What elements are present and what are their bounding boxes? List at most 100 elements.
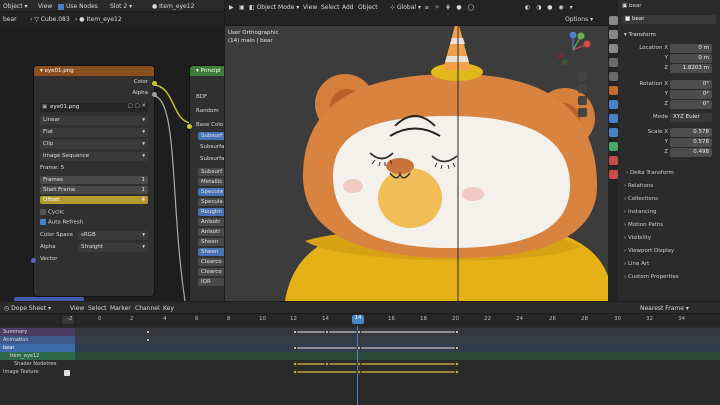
vector-input-socket[interactable] <box>31 258 36 263</box>
rotation-y-field[interactable]: 0° <box>670 90 712 99</box>
subsurface-ior-field[interactable]: Subsurf <box>198 168 224 176</box>
rotation-mode-dropdown[interactable]: XYZ Euler <box>670 113 712 122</box>
options-dropdown[interactable]: Options ▾ <box>565 16 593 23</box>
dopesheet-menu-select[interactable]: Select <box>88 305 107 312</box>
select-tool-icon[interactable]: ▶ <box>229 4 234 11</box>
snap-proportional-icons[interactable]: ⌀ ✧ ⋕ ● ◯ <box>425 4 476 11</box>
principled-bsdf-node[interactable]: ▾ Principl BDF Random Base Colo Subsurf … <box>187 66 224 301</box>
breadcrumb-material[interactable]: › ● Item_eye12 <box>75 16 122 23</box>
dopesheet-editor-dropdown[interactable]: ◷ Dope Sheet ▾ <box>4 305 51 312</box>
panel-motion-paths[interactable]: › Motion Paths <box>624 222 663 228</box>
editor-type-menu[interactable]: Object ▾ <box>3 3 27 10</box>
subsurface-field[interactable]: Subsurf <box>198 132 224 140</box>
pan-hand-icon[interactable] <box>578 84 587 93</box>
metallic-field[interactable]: Metallic <box>198 178 224 186</box>
sheen-tint-field[interactable]: Sheen <box>198 248 224 256</box>
transform-panel-header[interactable]: ▾ Transform <box>624 32 656 38</box>
source-dropdown[interactable]: Image Sequence ▾ <box>40 152 148 161</box>
alpha-output-socket[interactable] <box>152 92 157 97</box>
offset-field[interactable]: Offset 4 <box>40 196 148 204</box>
modifier-tab-icon[interactable] <box>609 100 618 109</box>
snap-mode-dropdown[interactable]: Nearest Frame ▾ <box>640 305 689 312</box>
object-tab-icon[interactable] <box>609 86 618 95</box>
slot-dropdown[interactable]: Slot 2 ▾ <box>110 3 132 10</box>
data-tab-icon[interactable] <box>609 142 618 151</box>
material-selector[interactable]: ● Item_eye12 <box>152 3 194 10</box>
collapsed-node[interactable] <box>14 297 84 301</box>
image-actions-icons[interactable]: ▢ ▢ ✕ <box>128 103 147 109</box>
viewport-menu-add[interactable]: Add <box>342 4 354 11</box>
dopesheet-area[interactable]: Summary Animation bear Item_eye12 Shader… <box>0 326 720 405</box>
image-name[interactable]: eye01.png <box>50 104 79 110</box>
clearcoat-roughness-field[interactable]: Clearco <box>198 268 224 276</box>
channel-shader-nodetree[interactable]: Shader Nodetree <box>0 360 75 368</box>
extension-dropdown[interactable]: Clip ▾ <box>40 140 148 149</box>
ior-field[interactable]: IOR <box>198 278 224 286</box>
use-nodes-checkbox[interactable] <box>58 3 64 10</box>
channel-checkbox[interactable] <box>64 370 70 376</box>
channel-bear[interactable]: bear <box>0 344 75 352</box>
dopesheet-menu-key[interactable]: Key <box>163 305 174 312</box>
auto-refresh-toggle[interactable]: Auto Refresh <box>40 219 148 227</box>
rotation-z-field[interactable]: 0° <box>670 100 712 109</box>
physics-tab-icon[interactable] <box>609 128 618 137</box>
cyclic-toggle[interactable]: Cyclic <box>40 209 148 217</box>
output-tab-icon[interactable] <box>609 44 618 53</box>
image-texture-node[interactable]: ▾ eye01.png Color Alpha ▣ eye01.png ▢ ▢ … <box>31 66 157 296</box>
specular-tint-field[interactable]: Specula <box>198 198 224 206</box>
particles-tab-icon[interactable] <box>609 114 618 123</box>
base-color-socket[interactable] <box>187 124 192 129</box>
node-collapse-icon[interactable]: ▾ <box>40 68 43 74</box>
node-canvas[interactable]: ▾ eye01.png Color Alpha ▣ eye01.png ▢ ▢ … <box>0 26 224 301</box>
panel-custom-properties[interactable]: › Custom Properties <box>624 274 679 280</box>
color-output-socket[interactable] <box>152 81 157 86</box>
panel-instancing[interactable]: › Instancing <box>624 209 656 215</box>
ortho-grid-icon[interactable] <box>578 108 587 117</box>
anisotropic-rotation-field[interactable]: Anisotr <box>198 228 224 236</box>
channel-summary[interactable]: Summary <box>0 328 75 336</box>
principled-title-bar[interactable]: ▾ Principl <box>190 66 224 76</box>
node-title-bar[interactable]: ▾ eye01.png <box>34 66 154 76</box>
specular-field[interactable]: Specula <box>198 188 224 196</box>
texture-tab-icon[interactable] <box>609 170 618 179</box>
dopesheet-menu-channel[interactable]: Channel <box>135 305 160 312</box>
roughness-field[interactable]: Roughn <box>198 208 224 216</box>
auto-refresh-checkbox[interactable] <box>40 219 46 225</box>
anisotropic-field[interactable]: Anisotr <box>198 218 224 226</box>
alpha-mode-dropdown[interactable]: Straight ▾ <box>78 243 148 252</box>
orientation-dropdown[interactable]: ⊹ Global ▾ <box>390 4 421 11</box>
image-datablock[interactable]: ▣ eye01.png ▢ ▢ ✕ <box>40 103 148 112</box>
scale-z-field[interactable]: 0.498 <box>670 148 712 157</box>
camera-view-icon[interactable] <box>578 96 587 105</box>
scale-x-field[interactable]: 0.578 <box>670 128 712 137</box>
rotation-x-field[interactable]: 0° <box>670 80 712 89</box>
material-tab-icon[interactable] <box>609 156 618 165</box>
location-y-field[interactable]: 0 m <box>670 54 712 63</box>
interpolation-dropdown[interactable]: Linear ▾ <box>40 116 148 125</box>
start-frame-field[interactable]: Start Frame 1 <box>40 186 148 194</box>
panel-collections[interactable]: › Collections <box>624 196 658 202</box>
editor-viewport-icon[interactable]: ▣ <box>239 4 245 11</box>
scale-y-field[interactable]: 0.578 <box>670 138 712 147</box>
frames-field[interactable]: Frames 1 <box>40 176 148 184</box>
dopesheet-menu-view[interactable]: View <box>70 305 84 312</box>
location-x-field[interactable]: 0 m <box>670 44 712 53</box>
location-z-field[interactable]: 1.8203 m <box>670 64 712 73</box>
panel-viewport-display[interactable]: › Viewport Display <box>624 248 674 254</box>
frame-ruler[interactable]: -2 0 2 4 6 8 10 12 14 14 16 18 20 22 24 … <box>0 314 720 326</box>
navigation-gizmo[interactable] <box>555 31 591 68</box>
use-nodes-toggle[interactable]: Use Nodes <box>58 3 98 10</box>
mode-dropdown[interactable]: ◧ Object Mode ▾ <box>249 4 299 11</box>
breadcrumb-object[interactable]: bear <box>3 16 17 23</box>
viewport-menu-object[interactable]: Object <box>358 4 378 11</box>
view-menu[interactable]: View <box>38 3 52 10</box>
tool-tab-icon[interactable] <box>609 16 618 25</box>
channel-item-eye12[interactable]: Item_eye12 <box>0 352 75 360</box>
viewport-menu-view[interactable]: View <box>303 4 317 11</box>
breadcrumb-mesh[interactable]: › ▽ Cube.083 <box>30 16 70 23</box>
panel-visibility[interactable]: › Visibility <box>624 235 651 241</box>
color-space-dropdown[interactable]: sRGB ▾ <box>78 231 148 240</box>
panel-delta-transform[interactable]: › Delta Transform <box>626 170 674 176</box>
shading-icons[interactable]: ◐ ◑ ● ◉ ▾ <box>525 4 575 11</box>
zoom-icon[interactable] <box>578 72 587 81</box>
